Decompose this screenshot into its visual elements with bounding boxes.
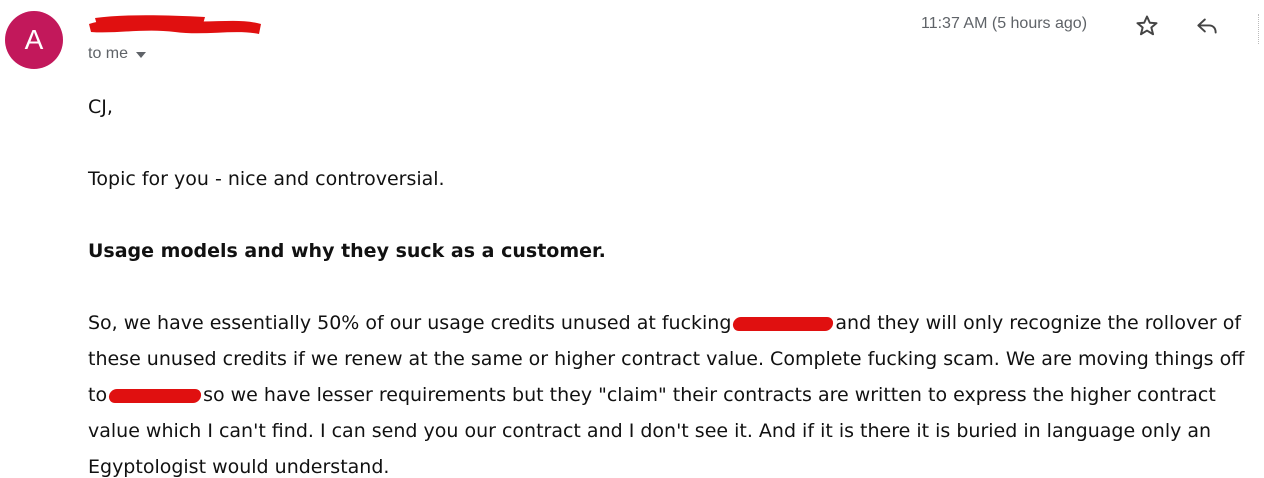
timestamp: 11:37 AM (5 hours ago) <box>921 15 1088 32</box>
star-button[interactable] <box>1131 10 1163 42</box>
intro-line: Topic for you - nice and controversial. <box>88 168 445 190</box>
redacted-vendor-1 <box>732 316 835 331</box>
recipient-dropdown[interactable]: to me <box>88 45 147 63</box>
redacted-vendor-2 <box>108 388 203 403</box>
paragraph-text: so we have lesser requirements but they … <box>203 384 1216 406</box>
avatar-letter: A <box>24 24 44 55</box>
paragraph-text: and they will only recognize the rollove… <box>835 312 1242 334</box>
star-outline-icon <box>1136 15 1158 36</box>
sender-name-redacted <box>89 15 261 34</box>
paragraph-line-2: these unused credits if we renew at the … <box>88 348 1245 370</box>
reply-button[interactable] <box>1191 10 1223 42</box>
recipient-label: to me <box>88 45 129 62</box>
message-body: CJ, Topic for you - nice and controversi… <box>88 89 1260 478</box>
paragraph-line-4: value which I can't find. I can send you… <box>88 420 1212 442</box>
email-message: A to me 11:37 AM (5 hours ago) CJ, Topic… <box>0 0 1264 478</box>
chevron-down-icon <box>136 52 147 58</box>
sender-avatar[interactable]: A <box>5 11 63 69</box>
greeting: CJ, <box>88 96 113 118</box>
reply-icon <box>1197 18 1217 34</box>
toolbar-divider <box>1258 14 1259 44</box>
paragraph-text: to <box>88 384 108 406</box>
topic-heading: Usage models and why they suck as a cust… <box>88 240 606 262</box>
paragraph-line-5: Egyptologist would understand. <box>88 456 390 478</box>
paragraph-line-1: So, we have essentially 50% of our usage… <box>88 305 1260 341</box>
paragraph-text: So, we have essentially 50% of our usage… <box>88 312 732 334</box>
paragraph-line-3: to so we have lesser requirements but the… <box>88 377 1260 413</box>
